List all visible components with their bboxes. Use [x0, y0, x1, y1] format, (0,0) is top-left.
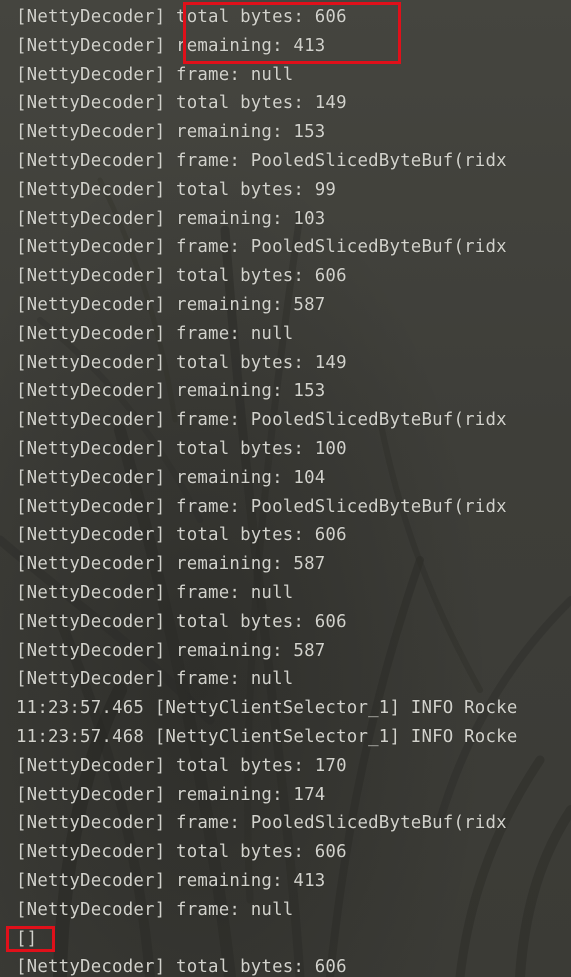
log-line: [NettyDecoder] remaining: 587 — [16, 295, 326, 315]
log-line: [NettyDecoder] total bytes: 170 — [16, 755, 347, 776]
log-line: [NettyDecoder] total bytes: 99 — [16, 179, 337, 200]
log-line: [NettyDecoder] total bytes: 149 — [16, 93, 347, 114]
log-line: 11:23:57.468 [NettyClientSelector_1] INF… — [16, 727, 518, 747]
log-line: [NettyDecoder] total bytes: 606 — [16, 842, 347, 863]
log-line: [NettyDecoder] total bytes: 606 — [16, 7, 347, 27]
log-line: [] — [16, 928, 38, 949]
log-line: [NettyDecoder] remaining: 413 — [16, 35, 326, 56]
log-line: [NettyDecoder] remaining: 153 — [16, 122, 326, 143]
log-line: [NettyDecoder] frame: null — [16, 64, 294, 85]
log-line: [NettyDecoder] frame: PooledSlicedByteBu… — [16, 496, 507, 517]
log-line: [NettyDecoder] remaining: 587 — [16, 554, 326, 575]
log-line: [NettyDecoder] frame: null — [16, 583, 294, 603]
log-lines: [NettyDecoder] total bytes: 606 [NettyDec… — [0, 0, 571, 977]
log-line: 11:23:57.465 [NettyClientSelector_1] INF… — [16, 698, 518, 719]
log-line: [NettyDecoder] frame: null — [16, 323, 294, 344]
log-line: [NettyDecoder] remaining: 104 — [16, 467, 326, 488]
log-line: [NettyDecoder] total bytes: 149 — [16, 352, 347, 373]
log-line: [NettyDecoder] frame: null — [16, 669, 294, 690]
log-line: [NettyDecoder] total bytes: 606 — [16, 611, 347, 632]
console-output[interactable]: [NettyDecoder] total bytes: 606 [NettyDec… — [0, 0, 571, 977]
log-line: [NettyDecoder] remaining: 174 — [16, 784, 326, 805]
log-line: [NettyDecoder] remaining: 587 — [16, 640, 326, 661]
log-line: [NettyDecoder] frame: PooledSlicedByteBu… — [16, 151, 507, 171]
log-line: [NettyDecoder] total bytes: 606 — [16, 957, 347, 977]
log-line: [NettyDecoder] remaining: 103 — [16, 208, 326, 229]
log-line: [NettyDecoder] total bytes: 606 — [16, 266, 347, 287]
log-line: [NettyDecoder] frame: null — [16, 899, 294, 920]
log-line: [NettyDecoder] frame: PooledSlicedByteBu… — [16, 813, 507, 834]
log-line: [NettyDecoder] frame: PooledSlicedByteBu… — [16, 410, 507, 431]
log-line: [NettyDecoder] remaining: 413 — [16, 871, 326, 891]
log-line: [NettyDecoder] total bytes: 606 — [16, 525, 347, 546]
log-line: [NettyDecoder] total bytes: 100 — [16, 439, 347, 459]
log-line: [NettyDecoder] frame: PooledSlicedByteBu… — [16, 237, 507, 258]
log-line: [NettyDecoder] remaining: 153 — [16, 381, 326, 402]
